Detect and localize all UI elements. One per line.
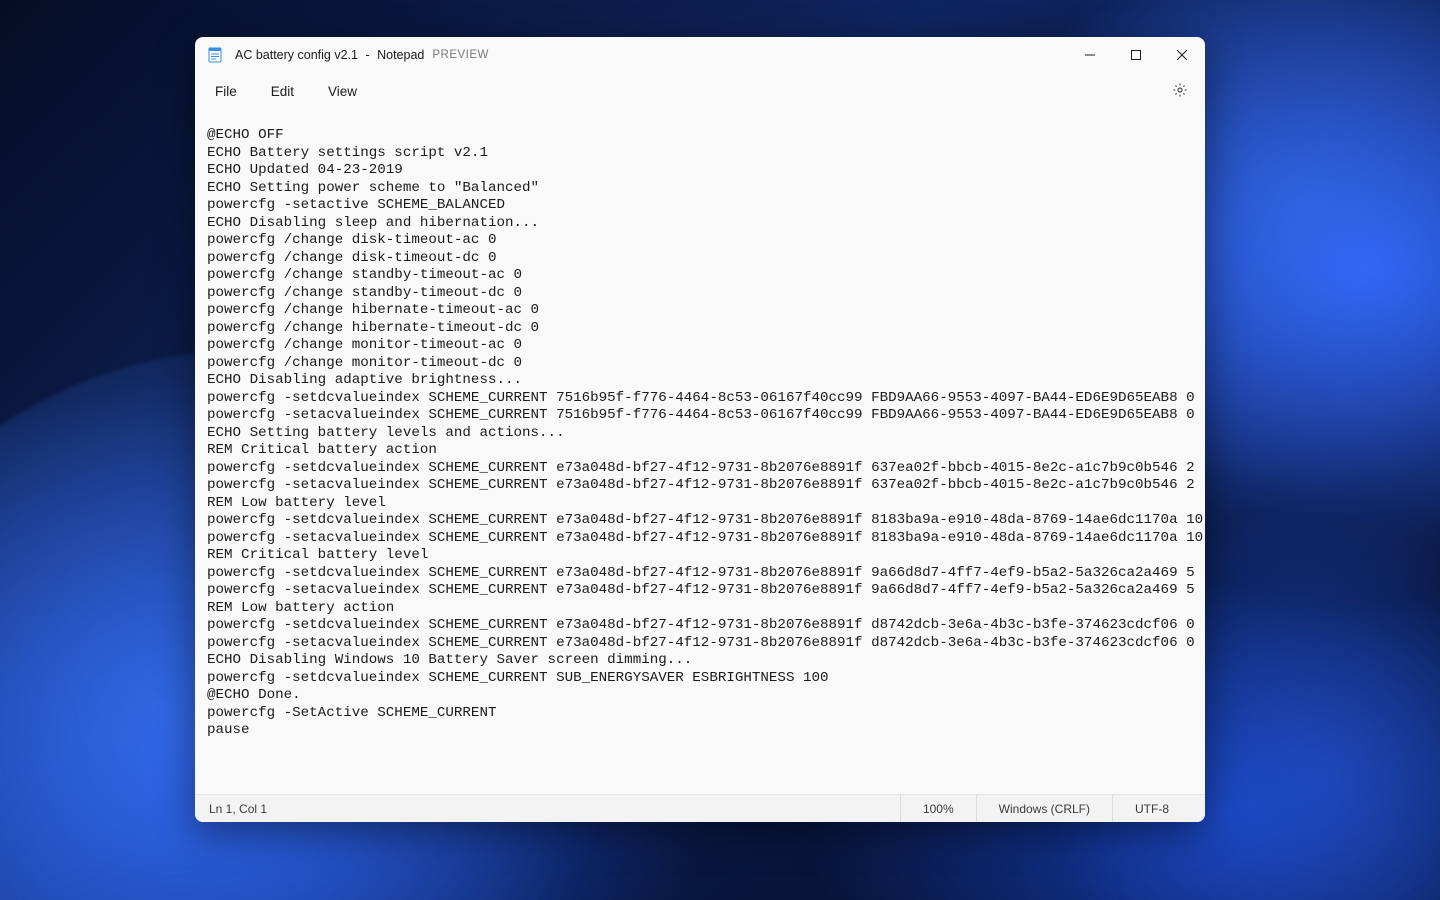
status-zoom[interactable]: 100%	[900, 795, 976, 822]
menu-edit[interactable]: Edit	[261, 80, 304, 103]
status-cursor: Ln 1, Col 1	[209, 802, 267, 816]
preview-badge: PREVIEW	[432, 49, 489, 61]
notepad-window: AC battery config v2.1 - Notepad PREVIEW…	[195, 37, 1205, 822]
settings-button[interactable]	[1165, 76, 1195, 106]
window-controls	[1067, 37, 1205, 73]
statusbar: Ln 1, Col 1 100% Windows (CRLF) UTF-8	[195, 794, 1205, 822]
status-encoding: UTF-8	[1112, 795, 1191, 822]
document-title: AC battery config v2.1	[235, 48, 358, 62]
minimize-button[interactable]	[1067, 37, 1113, 73]
close-button[interactable]	[1159, 37, 1205, 73]
maximize-button[interactable]	[1113, 37, 1159, 73]
menubar: File Edit View	[195, 73, 1205, 109]
titlebar[interactable]: AC battery config v2.1 - Notepad PREVIEW	[195, 37, 1205, 73]
editor-content[interactable]: @ECHO OFF ECHO Battery settings script v…	[207, 127, 1193, 740]
menu-file[interactable]: File	[205, 80, 247, 103]
app-name: Notepad	[377, 48, 424, 62]
title-separator: -	[362, 48, 373, 62]
status-line-ending: Windows (CRLF)	[976, 795, 1112, 822]
menu-view[interactable]: View	[318, 80, 367, 103]
gear-icon	[1172, 82, 1188, 101]
editor-area[interactable]: @ECHO OFF ECHO Battery settings script v…	[195, 109, 1205, 794]
notepad-icon	[207, 47, 223, 63]
